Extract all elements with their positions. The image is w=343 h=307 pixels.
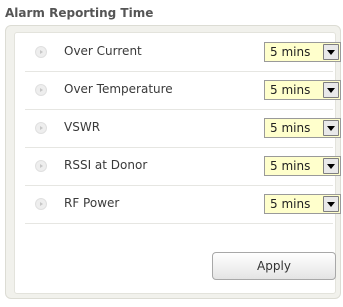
arrow-bullet-icon	[35, 122, 47, 134]
over-temperature-time-select[interactable]: 5 mins	[264, 80, 341, 100]
over-temperature-time-value: 5 mins	[270, 83, 311, 97]
section-title: Alarm Reporting Time	[5, 6, 154, 20]
chevron-down-icon[interactable]	[323, 196, 339, 212]
rssi-at-donor-time-value: 5 mins	[270, 159, 311, 173]
alarm-row-rssi-at-donor: RSSI at Donor 5 mins	[25, 147, 341, 186]
alarm-row-over-current: Over Current 5 mins	[25, 33, 341, 72]
apply-button[interactable]: Apply	[212, 252, 336, 280]
alarm-row-vswr: VSWR 5 mins	[25, 109, 341, 148]
chevron-down-icon[interactable]	[323, 158, 339, 174]
alarm-label-vswr: VSWR	[64, 120, 101, 134]
chevron-down-icon[interactable]	[323, 82, 339, 98]
chevron-down-icon[interactable]	[323, 44, 339, 60]
alarm-label-rf-power: RF Power	[64, 196, 120, 210]
arrow-bullet-icon	[35, 84, 47, 96]
rf-power-time-select[interactable]: 5 mins	[264, 194, 341, 214]
rssi-at-donor-time-select[interactable]: 5 mins	[264, 156, 341, 176]
alarm-label-rssi-at-donor: RSSI at Donor	[64, 158, 148, 172]
alarm-label-over-current: Over Current	[64, 44, 142, 58]
chevron-down-icon[interactable]	[323, 120, 339, 136]
alarm-row-over-temperature: Over Temperature 5 mins	[25, 71, 341, 110]
alarm-label-over-temperature: Over Temperature	[64, 82, 173, 96]
alarm-row-rf-power: RF Power 5 mins	[25, 185, 341, 224]
arrow-bullet-icon	[35, 160, 47, 172]
arrow-bullet-icon	[35, 198, 47, 210]
over-current-time-value: 5 mins	[270, 45, 311, 59]
vswr-time-value: 5 mins	[270, 121, 311, 135]
over-current-time-select[interactable]: 5 mins	[264, 42, 341, 62]
rf-power-time-value: 5 mins	[270, 197, 311, 211]
vswr-time-select[interactable]: 5 mins	[264, 118, 341, 138]
alarm-reporting-panel: Over Current 5 mins Over Temperature 5 m…	[5, 25, 341, 299]
arrow-bullet-icon	[35, 46, 47, 58]
alarm-settings-list: Over Current 5 mins Over Temperature 5 m…	[14, 32, 341, 294]
